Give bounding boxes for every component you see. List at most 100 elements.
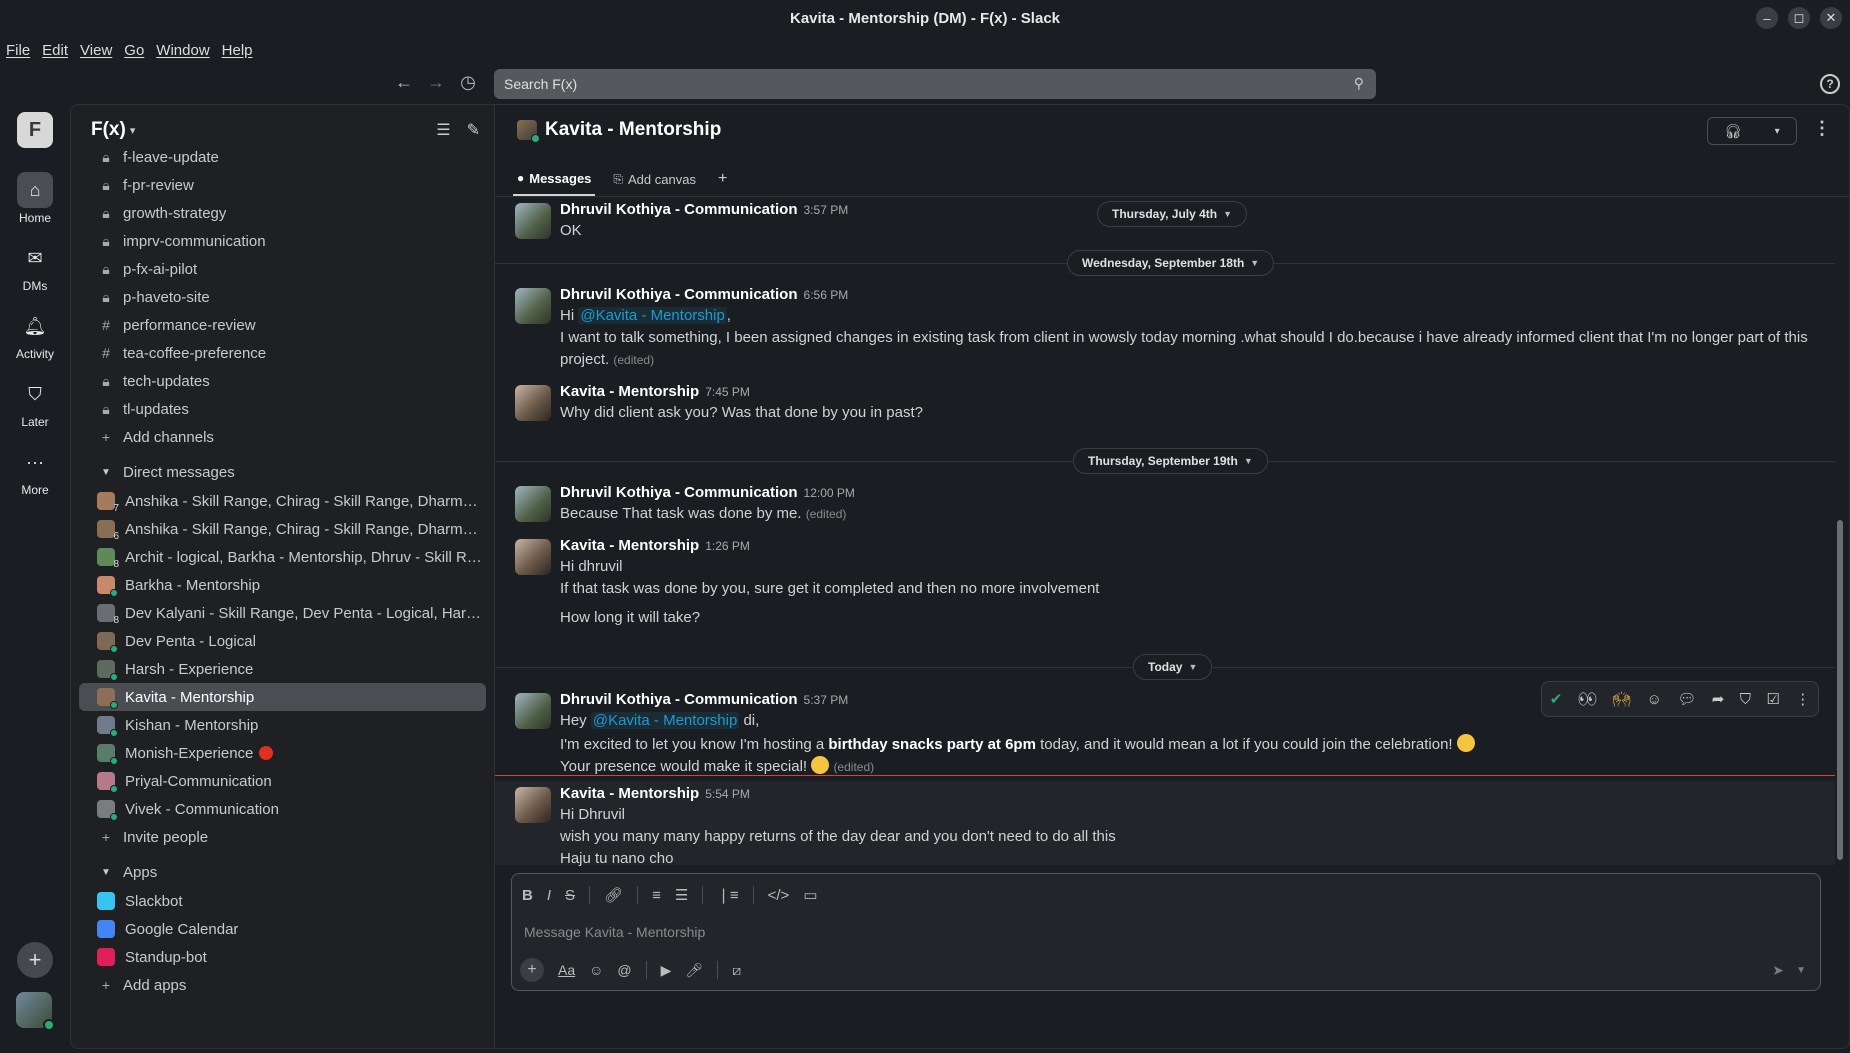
sidebar-channel[interactable]: 🔒︎ p-haveto-site (71, 283, 494, 311)
menu-file[interactable]: File (6, 42, 30, 59)
message-timestamp[interactable]: 12:00 PM (804, 486, 855, 500)
sidebar-dm[interactable]: Kishan - Mentorship (71, 711, 494, 739)
chevron-down-icon[interactable]: ▾ (130, 124, 136, 137)
user-mention[interactable]: @Kavita - Mentorship (590, 712, 740, 729)
sidebar-channel[interactable]: 🔒︎ f-leave-update (71, 143, 494, 171)
tab-add-canvas[interactable]: ⎘ Add canvas (609, 162, 700, 196)
mention-icon[interactable]: @ (617, 962, 631, 978)
message-author[interactable]: Kavita - Mentorship (560, 383, 699, 400)
sidebar-channel[interactable]: 🔒︎ tech-updates (71, 367, 494, 395)
code-icon[interactable]: </> (768, 887, 790, 904)
sidebar-channel[interactable]: 🔒︎ tl-updates (71, 395, 494, 423)
avatar[interactable] (515, 787, 551, 823)
reply-thread-icon[interactable]: 💬︎ (1677, 690, 1696, 708)
sidebar-dm[interactable]: Priyal-Communication (71, 767, 494, 795)
send-icon[interactable]: ➤ (1772, 962, 1784, 979)
sidebar-app[interactable]: Google Calendar (71, 915, 494, 943)
workspace-name[interactable]: F(x) (91, 119, 126, 141)
rail-more[interactable]: ··· More (0, 444, 70, 498)
add-tab-button[interactable]: + (714, 162, 731, 196)
message-timestamp[interactable]: 7:45 PM (705, 385, 750, 399)
avatar[interactable] (515, 203, 551, 239)
date-pill[interactable]: Today ▼ (1133, 654, 1213, 680)
sidebar-dm[interactable]: Vivek - Communication (71, 795, 494, 823)
menu-help[interactable]: Help (222, 42, 253, 59)
scrollbar[interactable] (1837, 520, 1843, 860)
sidebar-dm[interactable]: 7 Anshika - Skill Range, Chirag - Skill R… (71, 487, 494, 515)
add-channels-button[interactable]: + Add channels (71, 423, 494, 451)
message-timestamp[interactable]: 5:37 PM (804, 693, 849, 707)
date-pill[interactable]: Thursday, July 4th ▼ (1097, 201, 1248, 227)
sidebar-app[interactable]: Slackbot (71, 887, 494, 915)
more-actions-icon[interactable]: ⋮ (1795, 690, 1810, 708)
rail-home[interactable]: ⌂ Home (0, 172, 70, 225)
code-block-icon[interactable]: ▭ (803, 886, 817, 904)
forward-icon[interactable]: ➦ (1712, 690, 1725, 708)
sidebar-dm[interactable]: 8 Dev Kalyani - Skill Range, Dev Penta - … (71, 599, 494, 627)
sidebar-channel[interactable]: 🔒︎ growth-strategy (71, 199, 494, 227)
add-reaction-icon[interactable]: ☺ (1647, 691, 1662, 708)
shortcuts-slash-icon[interactable]: ⧄ (732, 962, 741, 979)
minimize-button[interactable]: – (1756, 7, 1778, 29)
message-composer[interactable]: B I S 🔗︎ ≡ ☰ ❘≡ </> ▭ Message Kavita - M… (511, 873, 1821, 991)
link-icon[interactable]: 🔗︎ (604, 886, 623, 904)
message-timestamp[interactable]: 6:56 PM (804, 288, 849, 302)
restore-button[interactable]: ◻ (1788, 7, 1810, 29)
italic-icon[interactable]: I (547, 887, 551, 904)
history-icon[interactable]: ◷ (456, 72, 480, 93)
message-author[interactable]: Dhruvil Kothiya - Communication (560, 201, 798, 218)
compose-icon[interactable]: ✎ (467, 120, 480, 140)
avatar[interactable] (515, 539, 551, 575)
sidebar-channel[interactable]: 🔒︎ f-pr-review (71, 171, 494, 199)
eyes-reaction-icon[interactable]: 👀︎ (1578, 690, 1597, 708)
sidebar-app[interactable]: Standup-bot (71, 943, 494, 971)
microphone-icon[interactable]: 🎤︎ (685, 962, 703, 979)
bookmark-icon[interactable]: ⛉ (1740, 691, 1751, 708)
sidebar-dm[interactable]: Dev Penta - Logical (71, 627, 494, 655)
sidebar-dm[interactable]: Kavita - Mentorship (79, 683, 486, 711)
avatar[interactable] (515, 385, 551, 421)
blockquote-icon[interactable]: ❘≡ (717, 886, 738, 904)
raised-hands-reaction-icon[interactable]: 🙌︎ (1612, 690, 1631, 708)
sidebar-channel[interactable]: 🔒︎ imprv-communication (71, 227, 494, 255)
message-timestamp[interactable]: 3:57 PM (804, 203, 849, 217)
attach-plus-icon[interactable]: + (520, 958, 544, 982)
strikethrough-icon[interactable]: S (565, 887, 575, 904)
chevron-down-icon[interactable]: ▾ (1775, 126, 1780, 137)
sidebar-dm[interactable]: Barkha - Mentorship (71, 571, 494, 599)
avatar[interactable] (515, 288, 551, 324)
message-timestamp[interactable]: 1:26 PM (705, 539, 750, 553)
avatar[interactable] (515, 486, 551, 522)
video-icon[interactable]: ▶ (661, 962, 672, 979)
bulleted-list-icon[interactable]: ☰ (675, 886, 688, 904)
sidebar-dm[interactable]: Monish-Experience (71, 739, 494, 767)
channel-name[interactable]: Kavita - Mentorship (545, 119, 721, 141)
check-mark-reaction-icon[interactable]: ✔ (1550, 690, 1563, 708)
message[interactable]: Kavita - Mentorship 5:54 PM Hi Dhruvil wi… (495, 781, 1835, 867)
apps-section-header[interactable]: ▼ Apps (71, 857, 494, 887)
back-arrow-icon[interactable]: ← (392, 72, 416, 93)
date-pill[interactable]: Wednesday, September 18th ▼ (1067, 250, 1275, 276)
menu-go[interactable]: Go (124, 42, 144, 59)
menu-window[interactable]: Window (156, 42, 209, 59)
more-options-icon[interactable]: ⋮ (1813, 118, 1831, 139)
sidebar-dm[interactable]: 6 Anshika - Skill Range, Chirag - Skill R… (71, 515, 494, 543)
bold-icon[interactable]: B (522, 887, 533, 904)
format-text-icon[interactable]: Aa (558, 962, 575, 978)
sidebar-channel[interactable]: # tea-coffee-preference (71, 339, 494, 367)
forward-arrow-icon[interactable]: → (424, 72, 448, 93)
add-apps-button[interactable]: + Add apps (71, 971, 494, 999)
message-author[interactable]: Dhruvil Kothiya - Communication (560, 286, 798, 303)
message-author[interactable]: Kavita - Mentorship (560, 537, 699, 554)
invite-people-button[interactable]: + Invite people (71, 823, 494, 851)
tab-messages[interactable]: ● Messages (513, 162, 596, 196)
sidebar-dm[interactable]: Harsh - Experience (71, 655, 494, 683)
emoji-icon[interactable]: ☺ (589, 962, 603, 978)
add-to-list-icon[interactable]: ☑ (1766, 690, 1779, 708)
filter-icon[interactable]: ☰ (436, 120, 450, 140)
menu-edit[interactable]: Edit (42, 42, 68, 59)
search-input[interactable]: Search F(x) ⚲ (494, 69, 1376, 99)
rail-activity[interactable]: 🔔︎ Activity (0, 308, 70, 362)
date-pill[interactable]: Thursday, September 19th ▼ (1073, 448, 1268, 474)
send-options-chevron-icon[interactable]: ▼ (1796, 965, 1806, 976)
